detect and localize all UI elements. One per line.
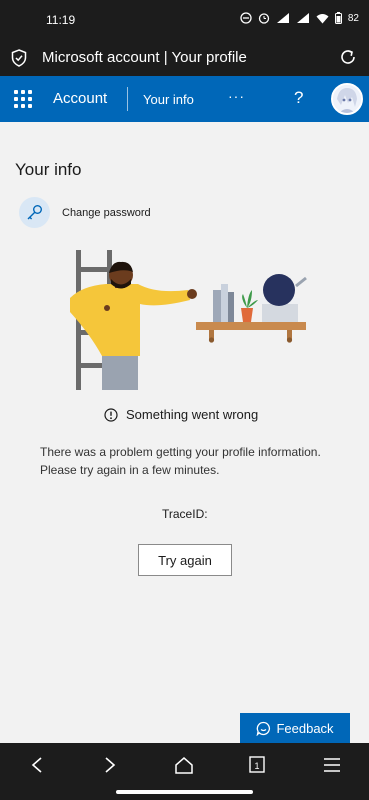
avatar[interactable] <box>331 83 363 115</box>
nav-your-info[interactable]: Your info <box>143 92 194 107</box>
home-icon[interactable] <box>174 755 194 780</box>
shield-icon[interactable] <box>11 49 27 72</box>
signal-icon-2 <box>296 13 309 23</box>
more-menu-button[interactable]: ··· <box>228 88 245 104</box>
account-header: Account Your info ··· ? <box>0 76 369 122</box>
status-bar: 11:19 82 <box>0 0 369 40</box>
browser-nav-bar: 1 <box>0 743 369 800</box>
change-password-link[interactable]: Change password <box>62 207 151 219</box>
back-icon[interactable] <box>29 755 45 780</box>
info-circle-icon <box>104 407 118 422</box>
app-launcher-icon[interactable] <box>14 90 32 108</box>
reload-icon[interactable] <box>339 48 357 71</box>
battery-level: 82 <box>347 12 359 24</box>
error-title: Something went wrong <box>126 407 259 422</box>
help-button[interactable]: ? <box>294 88 303 108</box>
battery-icon <box>334 12 342 24</box>
status-icons: 82 <box>240 12 359 24</box>
key-icon[interactable] <box>19 197 50 228</box>
error-heading: Something went wrong <box>104 407 258 422</box>
tabs-icon[interactable]: 1 <box>248 755 266 780</box>
feedback-label: Feedback <box>276 720 334 736</box>
page-title: Your info <box>15 160 82 179</box>
forward-icon[interactable] <box>102 755 118 780</box>
error-description: There was a problem getting your profile… <box>40 445 321 477</box>
dnd-icon <box>240 12 252 24</box>
feedback-icon <box>257 721 271 736</box>
browser-toolbar: Microsoft account | Your profile <box>0 40 369 76</box>
try-again-button[interactable]: Try again <box>138 544 232 576</box>
header-divider <box>127 87 128 111</box>
signal-icon <box>276 13 289 23</box>
error-illustration <box>70 250 307 390</box>
account-home-link[interactable]: Account <box>53 90 107 107</box>
menu-icon[interactable] <box>322 755 342 780</box>
feedback-button[interactable]: Feedback <box>240 713 350 743</box>
status-time: 11:19 <box>46 13 76 27</box>
gesture-bar[interactable] <box>116 790 253 794</box>
trace-id: TraceID: <box>162 507 208 521</box>
svg-text:1: 1 <box>254 761 259 771</box>
alarm-icon <box>258 13 270 24</box>
browser-page-title: Microsoft account | Your profile <box>42 49 247 66</box>
wifi-icon <box>316 13 329 23</box>
